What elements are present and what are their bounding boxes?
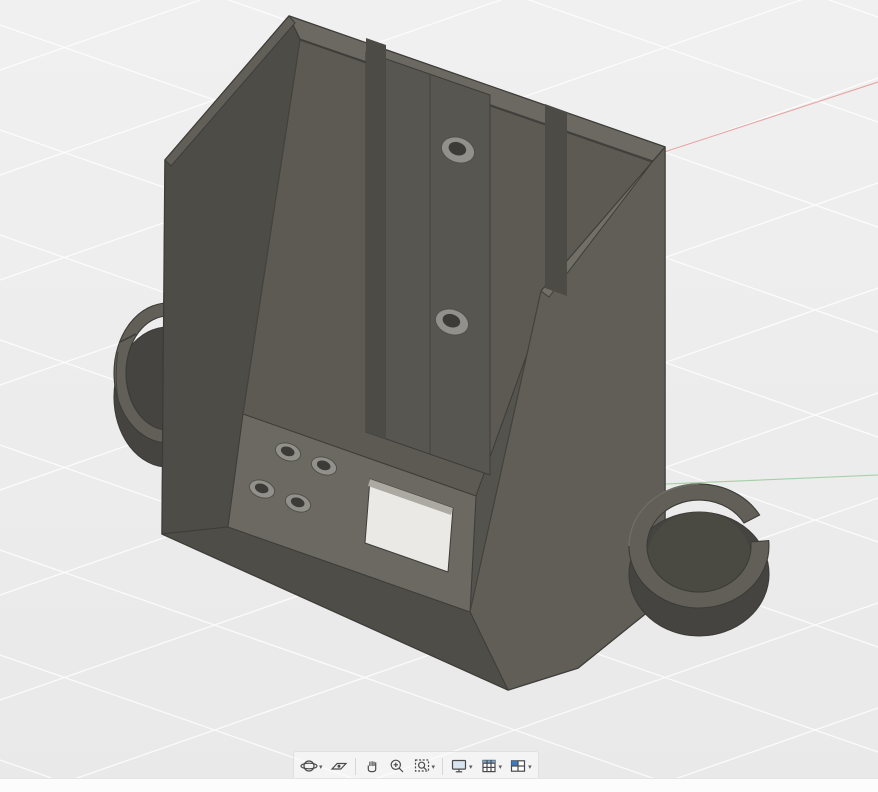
pan-button[interactable] <box>360 754 384 778</box>
app-bottom-bar <box>0 778 878 792</box>
viewport-canvas[interactable] <box>0 0 878 792</box>
pan-icon <box>367 761 376 773</box>
fit-button[interactable]: ▾ <box>410 754 439 778</box>
look-at-button[interactable] <box>327 754 351 778</box>
navigation-toolbar: ▾ ▾ ▾ ▾ ▾ <box>293 751 539 781</box>
x-axis-line <box>639 81 878 161</box>
zoom-button[interactable] <box>385 754 409 778</box>
channel-groove-left[interactable] <box>366 52 386 439</box>
viewports-button[interactable]: ▾ <box>506 754 535 778</box>
groove-right[interactable] <box>545 116 567 296</box>
grid-icon <box>481 759 496 773</box>
zoom-icon <box>390 759 403 773</box>
dropdown-caret-icon[interactable]: ▾ <box>319 764 323 771</box>
dropdown-caret-icon[interactable]: ▾ <box>432 764 436 771</box>
look-at-icon <box>330 762 347 770</box>
fit-icon <box>414 759 429 772</box>
bracket-model[interactable] <box>161 15 666 691</box>
toolbar-separator <box>354 757 356 775</box>
orbit-button[interactable]: ▾ <box>297 754 326 778</box>
dropdown-caret-icon[interactable]: ▾ <box>469 764 473 771</box>
right-clip[interactable] <box>628 483 770 637</box>
dropdown-caret-icon[interactable]: ▾ <box>528 764 532 771</box>
grid-and-snaps-button[interactable]: ▾ <box>477 754 506 778</box>
orbit-icon <box>300 760 318 772</box>
cad-viewport-window: ▾ ▾ ▾ ▾ ▾ <box>0 0 878 792</box>
viewports-icon <box>510 760 526 772</box>
dropdown-caret-icon[interactable]: ▾ <box>499 764 503 771</box>
display-settings-button[interactable]: ▾ <box>447 754 476 778</box>
display-settings-icon <box>451 759 467 773</box>
toolbar-separator <box>442 757 444 775</box>
